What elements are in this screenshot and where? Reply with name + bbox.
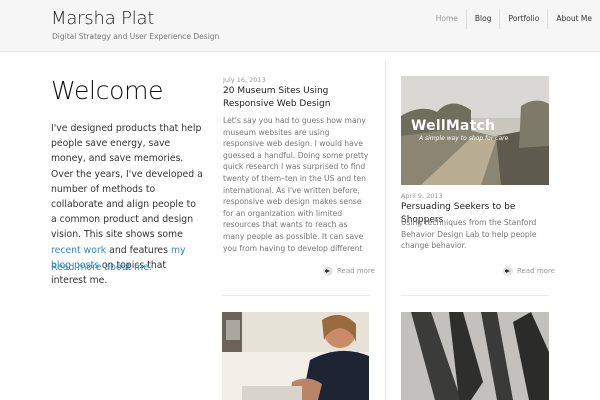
- arrow-right-circle-icon: [323, 266, 333, 276]
- post-date: April 9, 2013: [401, 192, 443, 200]
- read-more-about-link[interactable]: Read more about me.: [51, 262, 152, 273]
- meeting-photo[interactable]: [222, 312, 369, 400]
- column-divider: [385, 60, 386, 400]
- site-tagline: Digital Strategy and User Experience Des…: [52, 32, 220, 41]
- shadows-photo[interactable]: [401, 312, 549, 400]
- read-more-link[interactable]: Read more: [503, 266, 555, 276]
- row-divider: [222, 295, 370, 296]
- post-excerpt: Using techniques from the Stanford Behav…: [401, 218, 537, 251]
- read-more-link[interactable]: Read more: [323, 266, 375, 276]
- post-date: July 16, 2013: [223, 76, 266, 84]
- intro-text-1: I've designed products that help people …: [51, 123, 203, 241]
- main-nav: Home Blog Portfolio About Me: [428, 9, 600, 29]
- nav-about[interactable]: About Me: [547, 9, 600, 29]
- wellmatch-logo-text: WellMatch: [411, 118, 496, 134]
- nav-portfolio[interactable]: Portfolio: [499, 9, 547, 29]
- site-title[interactable]: Marsha Plat: [51, 8, 154, 29]
- site-header: Marsha Plat Digital Strategy and User Ex…: [0, 0, 600, 52]
- wellmatch-slogan: A simple way to shop for care: [419, 135, 509, 142]
- arrow-right-circle-icon: [503, 266, 513, 276]
- post-excerpt: Let's say you had to guess how many muse…: [223, 116, 369, 256]
- welcome-heading: Welcome: [51, 76, 164, 105]
- nav-blog[interactable]: Blog: [465, 9, 500, 29]
- nav-home[interactable]: Home: [428, 9, 466, 29]
- wellmatch-image[interactable]: WellMatch A simple way to shop for care: [401, 76, 549, 185]
- row-divider: [401, 295, 549, 296]
- recent-work-link[interactable]: recent work: [51, 245, 106, 256]
- post-title[interactable]: 20 Museum Sites Using Responsive Web Des…: [223, 85, 373, 110]
- intro-text-2: and features: [109, 244, 168, 256]
- read-more-label: Read more: [517, 267, 555, 275]
- read-more-label: Read more: [337, 267, 375, 275]
